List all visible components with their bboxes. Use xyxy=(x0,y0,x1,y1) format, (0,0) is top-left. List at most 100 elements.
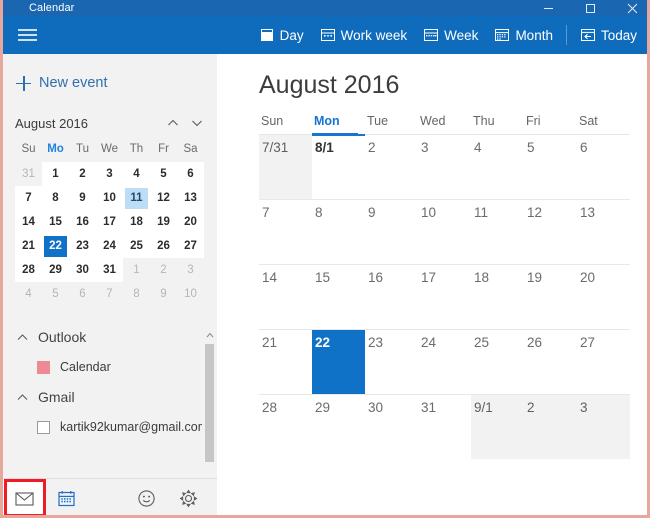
mini-calendar-day[interactable]: 1 xyxy=(123,258,150,282)
mini-calendar-day[interactable]: 11 xyxy=(123,186,150,210)
calendar-day-cell[interactable]: 22 xyxy=(312,330,365,394)
mini-calendar-day[interactable]: 5 xyxy=(150,162,177,186)
day-header-tue[interactable]: Tue xyxy=(365,110,418,134)
calendar-list-item[interactable]: Calendar xyxy=(3,352,217,382)
view-button-day[interactable]: Day xyxy=(251,16,312,54)
scrollbar-up-arrow[interactable] xyxy=(202,328,217,342)
mini-calendar-day[interactable]: 29 xyxy=(42,258,69,282)
mini-calendar-day[interactable]: 18 xyxy=(123,210,150,234)
mini-calendar-day[interactable]: 10 xyxy=(96,186,123,210)
day-header-wed[interactable]: Wed xyxy=(418,110,471,134)
calendar-day-cell[interactable]: 25 xyxy=(471,330,524,394)
calendar-day-cell[interactable]: 24 xyxy=(418,330,471,394)
mini-calendar-day[interactable]: 27 xyxy=(177,234,204,258)
calendar-day-cell[interactable]: 27 xyxy=(577,330,630,394)
calendar-day-cell[interactable]: 28 xyxy=(259,395,312,459)
mini-calendar-day[interactable]: 7 xyxy=(96,282,123,306)
view-button-work-week[interactable]: Work week xyxy=(312,16,416,54)
mini-calendar-day[interactable]: 28 xyxy=(15,258,42,282)
calendar-day-cell[interactable]: 23 xyxy=(365,330,418,394)
mini-calendar-day[interactable]: 13 xyxy=(177,186,204,210)
calendar-day-cell[interactable]: 14 xyxy=(259,265,312,329)
calendar-day-cell[interactable]: 3 xyxy=(418,135,471,199)
calendar-day-cell[interactable]: 5 xyxy=(524,135,577,199)
feedback-button[interactable] xyxy=(125,479,167,515)
mini-calendar-day[interactable]: 12 xyxy=(150,186,177,210)
mini-calendar-day[interactable]: 10 xyxy=(177,282,204,306)
mini-calendar-day[interactable]: 6 xyxy=(177,162,204,186)
new-event-button[interactable]: New event xyxy=(3,64,217,102)
mini-calendar-next-button[interactable] xyxy=(185,113,209,133)
mini-calendar-day[interactable]: 5 xyxy=(42,282,69,306)
view-button-month[interactable]: Month xyxy=(486,16,561,54)
calendar-day-cell[interactable]: 7/31 xyxy=(259,135,312,199)
mini-calendar-day[interactable]: 16 xyxy=(69,210,96,234)
calendar-day-cell[interactable]: 15 xyxy=(312,265,365,329)
view-button-week[interactable]: Week xyxy=(415,16,486,54)
calendar-day-cell[interactable]: 21 xyxy=(259,330,312,394)
mini-calendar-day[interactable]: 4 xyxy=(123,162,150,186)
mini-calendar-day[interactable]: 24 xyxy=(96,234,123,258)
account-group-gmail[interactable]: Gmail xyxy=(3,382,217,412)
mini-calendar-day[interactable]: 15 xyxy=(42,210,69,234)
mini-calendar-day[interactable]: 8 xyxy=(123,282,150,306)
mini-calendar-day[interactable]: 17 xyxy=(96,210,123,234)
calendar-day-cell[interactable]: 29 xyxy=(312,395,365,459)
day-header-sat[interactable]: Sat xyxy=(577,110,630,134)
calendar-day-cell[interactable]: 10 xyxy=(418,200,471,264)
calendar-day-cell[interactable]: 26 xyxy=(524,330,577,394)
calendar-day-cell[interactable]: 20 xyxy=(577,265,630,329)
calendar-day-cell[interactable]: 31 xyxy=(418,395,471,459)
mini-calendar-day[interactable]: 6 xyxy=(69,282,96,306)
mini-calendar-day[interactable]: 21 xyxy=(15,234,42,258)
calendar-app-button[interactable] xyxy=(45,479,87,515)
mini-calendar-day[interactable]: 2 xyxy=(69,162,96,186)
mini-calendar-day[interactable]: 1 xyxy=(42,162,69,186)
mini-calendar-day[interactable]: 8 xyxy=(42,186,69,210)
account-group-outlook[interactable]: Outlook xyxy=(3,322,217,352)
calendar-day-cell[interactable]: 12 xyxy=(524,200,577,264)
calendar-checkbox[interactable] xyxy=(37,420,50,434)
calendar-day-cell[interactable]: 17 xyxy=(418,265,471,329)
calendar-day-cell[interactable]: 8 xyxy=(312,200,365,264)
calendar-day-cell[interactable]: 2 xyxy=(365,135,418,199)
calendar-day-cell[interactable]: 3 xyxy=(577,395,630,459)
calendar-day-cell[interactable]: 2 xyxy=(524,395,577,459)
calendar-day-cell[interactable]: 9/1 xyxy=(471,395,524,459)
mini-calendar-day[interactable]: 19 xyxy=(150,210,177,234)
today-button[interactable]: Today xyxy=(572,16,645,54)
mini-calendar-day[interactable]: 9 xyxy=(150,282,177,306)
mini-calendar-day[interactable]: 3 xyxy=(177,258,204,282)
hamburger-menu-button[interactable] xyxy=(3,16,51,54)
calendar-day-cell[interactable]: 6 xyxy=(577,135,630,199)
sidebar-scrollbar[interactable] xyxy=(202,328,217,488)
mini-calendar-day[interactable]: 26 xyxy=(150,234,177,258)
mini-calendar-day[interactable]: 7 xyxy=(15,186,42,210)
calendar-day-cell[interactable]: 13 xyxy=(577,200,630,264)
mini-calendar-day[interactable]: 31 xyxy=(96,258,123,282)
mini-calendar-day[interactable]: 22 xyxy=(42,234,69,258)
mail-app-button[interactable] xyxy=(3,479,45,515)
day-header-fri[interactable]: Fri xyxy=(524,110,577,134)
calendar-day-cell[interactable]: 8/1 xyxy=(312,134,365,199)
calendar-day-cell[interactable]: 18 xyxy=(471,265,524,329)
mini-calendar-prev-button[interactable] xyxy=(161,113,185,133)
day-header-mon[interactable]: Mon xyxy=(312,110,365,135)
calendar-day-cell[interactable]: 9 xyxy=(365,200,418,264)
calendar-day-cell[interactable]: 30 xyxy=(365,395,418,459)
mini-calendar-day[interactable]: 25 xyxy=(123,234,150,258)
calendar-list-item[interactable]: kartik92kumar@gmail.com xyxy=(3,412,229,442)
mini-calendar-day[interactable]: 30 xyxy=(69,258,96,282)
day-header-sun[interactable]: Sun xyxy=(259,110,312,134)
calendar-day-cell[interactable]: 7 xyxy=(259,200,312,264)
mini-calendar-day[interactable]: 2 xyxy=(150,258,177,282)
settings-button[interactable] xyxy=(167,479,209,515)
mini-calendar-day[interactable]: 14 xyxy=(15,210,42,234)
mini-calendar-day[interactable]: 3 xyxy=(96,162,123,186)
calendar-day-cell[interactable]: 11 xyxy=(471,200,524,264)
maximize-button[interactable] xyxy=(569,0,611,16)
minimize-button[interactable] xyxy=(527,0,569,16)
calendar-day-cell[interactable]: 19 xyxy=(524,265,577,329)
close-button[interactable] xyxy=(611,0,647,16)
mini-calendar-day[interactable]: 23 xyxy=(69,234,96,258)
